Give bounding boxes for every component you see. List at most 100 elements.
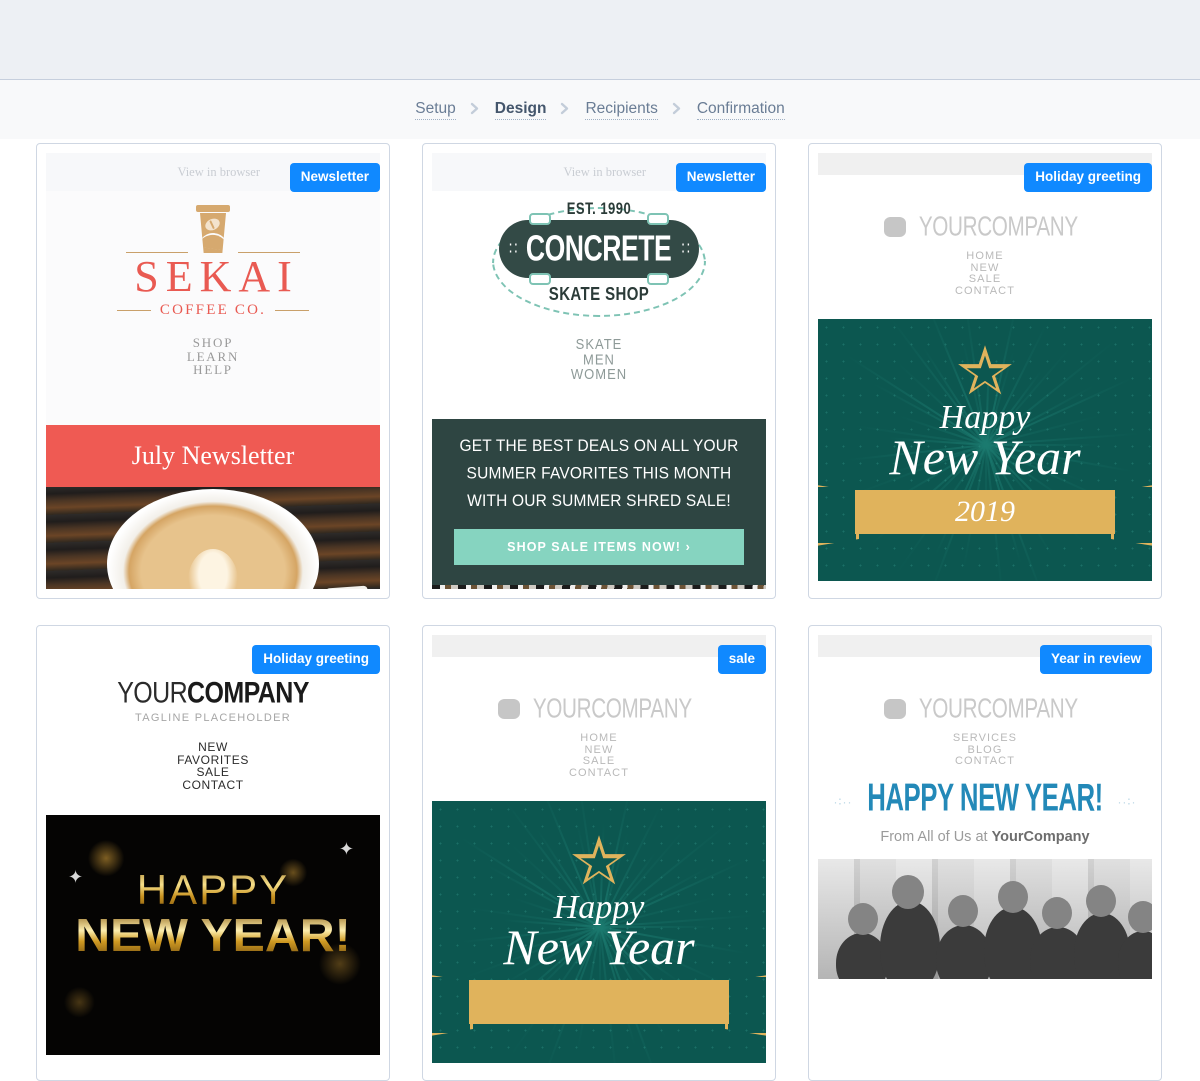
template-card-holiday-greeting-black-gold[interactable]: Holiday greeting YOURCOMPANY TAGLINE PLA… bbox=[36, 625, 390, 1081]
brand-name: YOURCOMPANY bbox=[918, 210, 1078, 242]
yourcompany-logo: YOURCOMPANY bbox=[818, 210, 1152, 242]
hero-year: 2019 bbox=[955, 495, 1015, 529]
email-nav-item[interactable]: CONTACT bbox=[432, 767, 766, 780]
template-preview: View in browser EST. 1990 ∷ CONCRETE ∷ S… bbox=[432, 153, 766, 589]
yourcompany-logo: YOURCOMPANY bbox=[818, 692, 1152, 724]
template-badge[interactable]: Year in review bbox=[1039, 645, 1152, 674]
yourcompany-four-petal-icon bbox=[883, 698, 906, 719]
email-nav-item[interactable]: LEARN bbox=[46, 349, 380, 364]
sekai-header-block: SEKAI COFFEE CO. SHOP LEARN HELP bbox=[46, 191, 380, 425]
star-icon bbox=[570, 835, 628, 890]
hero-headline-top: HAPPY bbox=[46, 863, 380, 911]
email-nav-item[interactable]: WOMEN bbox=[432, 367, 766, 382]
email-nav-item[interactable]: SERVICES bbox=[818, 732, 1152, 745]
template-preview: View in browser SEKAI COFFEE CO. SHOP LE… bbox=[46, 153, 380, 589]
newsletter-banner: July Newsletter bbox=[46, 425, 380, 487]
yourcompany-four-petal-icon bbox=[497, 698, 520, 719]
breadcrumb-step-recipients[interactable]: Recipients bbox=[585, 100, 658, 120]
brand-name: SEKAI bbox=[134, 252, 299, 301]
from-prefix: From All of Us at bbox=[880, 828, 992, 845]
latte-photo bbox=[46, 487, 380, 589]
email-nav-item[interactable]: HOME bbox=[432, 732, 766, 745]
star-icon bbox=[956, 345, 1014, 400]
email-nav: SHOP LEARN HELP bbox=[46, 336, 380, 377]
template-gallery-grid: Newsletter View in browser SEKAI COFFEE … bbox=[0, 139, 1200, 1081]
breadcrumb-step-setup[interactable]: Setup bbox=[415, 100, 456, 120]
view-in-browser-label: View in browser bbox=[563, 164, 646, 179]
breadcrumb-step-confirmation[interactable]: Confirmation bbox=[696, 100, 785, 120]
brand-name-bold: COMPANY bbox=[187, 676, 309, 710]
email-nav-item[interactable]: CONTACT bbox=[818, 756, 1152, 768]
yourcompany-four-petal-icon bbox=[883, 216, 906, 237]
email-nav-item[interactable]: SALE bbox=[818, 274, 1152, 286]
email-nav: NEW FAVORITES SALE CONTACT bbox=[46, 741, 380, 791]
template-card-holiday-greeting-teal[interactable]: Holiday greeting YOURCOMPANY HOME NEW SA… bbox=[808, 143, 1162, 599]
promo-text: GET THE BEST DEALS ON ALL YOUR SUMMER FA… bbox=[459, 436, 739, 510]
promo-block: GET THE BEST DEALS ON ALL YOUR SUMMER FA… bbox=[432, 419, 766, 586]
email-nav-item[interactable]: CONTACT bbox=[818, 285, 1152, 298]
brand-name: CONCRETE bbox=[526, 228, 672, 269]
page-top-band bbox=[0, 0, 1200, 80]
email-nav-item[interactable]: NEW bbox=[46, 741, 380, 754]
email-nav: HOME NEW SALE CONTACT bbox=[818, 250, 1152, 298]
brand-name: YOURCOMPANY bbox=[918, 692, 1078, 724]
concrete-header-block: EST. 1990 ∷ CONCRETE ∷ SKATE SHOP SKATE … bbox=[432, 191, 766, 419]
preheader-bar bbox=[432, 635, 766, 657]
happy-new-year-headline-block: ·∶·· HAPPY NEW YEAR! ··∶· bbox=[818, 768, 1152, 818]
email-nav: HOME NEW SALE CONTACT bbox=[432, 732, 766, 780]
template-badge[interactable]: Newsletter bbox=[289, 163, 380, 192]
hero-headline-bottom: NEW YEAR! bbox=[46, 911, 380, 960]
template-preview: YOURCOMPANY SERVICES BLOG CONTACT ·∶·· H… bbox=[818, 635, 1152, 1071]
brand-tagline: TAGLINE PLACEHOLDER bbox=[135, 712, 291, 724]
email-nav-item[interactable]: CONTACT bbox=[46, 779, 380, 792]
template-badge[interactable]: Holiday greeting bbox=[1024, 163, 1152, 192]
hero-headline-large: New Year bbox=[889, 429, 1081, 486]
year-ribbon bbox=[469, 980, 729, 1025]
sparkle-icon: ✦ bbox=[338, 839, 354, 860]
new-year-hero-graphic: Happy New Year 2019 bbox=[818, 319, 1152, 582]
template-badge[interactable]: sale bbox=[717, 645, 766, 674]
email-nav: SKATE MEN WOMEN bbox=[432, 336, 766, 383]
yc-header-block: YOURCOMPANY HOME NEW SALE CONTACT bbox=[818, 175, 1152, 297]
hero-headline: HAPPY NEW YEAR! bbox=[867, 775, 1103, 819]
template-badge[interactable]: Holiday greeting bbox=[252, 645, 380, 674]
email-nav-item[interactable]: SALE bbox=[432, 756, 766, 768]
new-year-hero-graphic: Happy New Year bbox=[432, 801, 766, 1064]
breadcrumb-band: Setup Design Recipients Confirmation bbox=[0, 80, 1200, 139]
team-group-photo bbox=[818, 858, 1152, 979]
brand-tagline: COFFEE CO. bbox=[159, 302, 267, 318]
from-line: From All of Us at YourCompany bbox=[818, 829, 1152, 845]
hero-headline-large: New Year bbox=[503, 919, 695, 976]
sparkle-icon: ✦ bbox=[68, 867, 84, 888]
from-company: YourCompany bbox=[991, 828, 1090, 845]
breadcrumb: Setup Design Recipients Confirmation bbox=[415, 100, 785, 120]
sparkle-dots-right: ··∶· bbox=[1117, 795, 1137, 810]
email-nav-item[interactable]: SHOP bbox=[46, 336, 380, 350]
chevron-right-icon bbox=[456, 102, 495, 117]
template-preview: YOURCOMPANY HOME NEW SALE CONTACT Happy … bbox=[818, 153, 1152, 589]
banner-title: July Newsletter bbox=[131, 441, 295, 470]
est-label: EST. 1990 bbox=[566, 199, 632, 218]
gold-new-year-hero: ✦ ✦ HAPPY NEW YEAR! bbox=[46, 815, 380, 1056]
template-preview: YOURCOMPANY TAGLINE PLACEHOLDER NEW FAVO… bbox=[46, 635, 380, 1071]
email-nav-item[interactable]: HELP bbox=[46, 363, 380, 377]
skateboard-deck-icon: EST. 1990 ∷ CONCRETE ∷ SKATE SHOP bbox=[484, 199, 714, 321]
brand-sub-row: COFFEE CO. bbox=[46, 302, 380, 319]
email-nav-item[interactable]: SKATE bbox=[432, 336, 766, 352]
template-card-sekai-coffee[interactable]: Newsletter View in browser SEKAI COFFEE … bbox=[36, 143, 390, 599]
template-preview: YOURCOMPANY HOME NEW SALE CONTACT Happy … bbox=[432, 635, 766, 1071]
template-card-concrete-skate-shop[interactable]: Newsletter View in browser EST. 1990 ∷ C… bbox=[422, 143, 776, 599]
coffee-cup-icon bbox=[196, 205, 230, 255]
email-nav-item[interactable]: HOME bbox=[818, 250, 1152, 263]
shop-sale-button[interactable]: SHOP SALE ITEMS NOW! › bbox=[454, 529, 744, 566]
email-nav: SERVICES BLOG CONTACT bbox=[818, 732, 1152, 768]
year-ribbon: 2019 bbox=[855, 490, 1115, 535]
chevron-right-icon bbox=[658, 102, 697, 117]
template-card-sale-teal-newyear[interactable]: sale YOURCOMPANY HOME NEW SALE CONTACT H… bbox=[422, 625, 776, 1081]
breadcrumb-step-design[interactable]: Design bbox=[494, 100, 547, 120]
email-nav-item[interactable]: MEN bbox=[432, 352, 766, 367]
template-card-year-in-review[interactable]: Year in review YOURCOMPANY SERVICES BLOG… bbox=[808, 625, 1162, 1081]
view-in-browser-label: View in browser bbox=[177, 164, 260, 179]
email-nav-item[interactable]: SALE bbox=[46, 766, 380, 779]
template-badge[interactable]: Newsletter bbox=[675, 163, 766, 192]
